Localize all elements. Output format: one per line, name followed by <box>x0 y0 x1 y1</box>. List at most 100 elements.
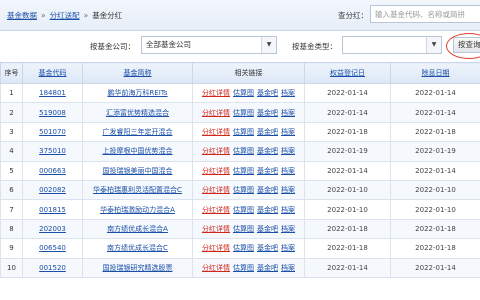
fund-name-link[interactable]: 南方绩优成长混合A <box>82 218 193 240</box>
related-links-cell: 分红详情 估算图 基金吧 档案 <box>192 199 305 220</box>
dividend-detail-link[interactable]: 分红详情 <box>202 186 230 194</box>
row-seq: 7 <box>0 199 23 220</box>
estimate-chart-link[interactable]: 估算图 <box>233 167 254 175</box>
fund-archive-link[interactable]: 档案 <box>281 167 295 175</box>
table-row: 1 184801 鹏华前海万科REITs 分红详情 估算图 基金吧 档案 2022-01-14… <box>0 82 480 104</box>
fund-archive-link[interactable]: 档案 <box>281 186 295 194</box>
breadcrumb-section-link[interactable]: 分红送配 <box>50 11 80 20</box>
fund-name-link[interactable]: 广发睿阳三年定开混合 <box>82 121 193 143</box>
type-select[interactable]: ▼ <box>342 36 442 54</box>
estimate-chart-link[interactable]: 估算图 <box>233 109 254 117</box>
fund-forum-link[interactable]: 基金吧 <box>257 206 278 214</box>
header-code[interactable]: 基金代码 <box>22 62 83 84</box>
row-seq: 8 <box>0 218 23 240</box>
related-links-cell: 分红详情 估算图 基金吧 档案 <box>192 141 305 162</box>
fund-archive-link[interactable]: 档案 <box>281 225 295 233</box>
dividend-table: 序号 基金代码 基金简称 相关链接 权益登记日 除息日期 1 184801 鹏华前海… <box>0 62 480 278</box>
fund-archive-link[interactable]: 档案 <box>281 147 295 155</box>
reg-date-cell: 2022-01-10 <box>304 199 391 220</box>
fund-name-link[interactable]: 南方绩优成长混合C <box>82 238 193 259</box>
fund-forum-link[interactable]: 基金吧 <box>257 225 278 233</box>
header-ex-date[interactable]: 除息日期 <box>390 62 480 84</box>
fund-code-link[interactable]: 202003 <box>39 225 66 233</box>
ex-date-cell: 2022-01-14 <box>390 257 480 278</box>
fund-code-link[interactable]: 001815 <box>39 206 66 214</box>
related-links-cell: 分红详情 估算图 基金吧 档案 <box>192 121 305 143</box>
company-filter-label: 按基金公司： <box>90 42 135 51</box>
reg-date-cell: 2022-01-18 <box>304 121 391 143</box>
fund-code-link[interactable]: 375010 <box>39 147 66 155</box>
top-bar: 基金数据» 分红送配» 基金分红 查分红： 输入基金代码、名称或简拼 <box>0 0 480 31</box>
fund-name-link[interactable]: 华泰柏瑞激励动力混合A <box>82 199 193 220</box>
chevron-down-icon: ▼ <box>261 37 276 53</box>
breadcrumb-current: 基金分红 <box>92 11 123 20</box>
breadcrumb-home-link[interactable]: 基金数据 <box>7 11 37 20</box>
fund-forum-link[interactable]: 基金吧 <box>257 128 278 136</box>
row-seq: 5 <box>0 160 23 181</box>
ex-date-cell: 2022-01-10 <box>390 179 480 201</box>
fund-archive-link[interactable]: 档案 <box>281 89 295 97</box>
filter-bar: 按基金公司： 全部基金公司 ▼ 按基金类型： ▼ <box>0 36 480 54</box>
fund-name-link[interactable]: 鹏华前海万科REITs <box>82 82 193 104</box>
estimate-chart-link[interactable]: 估算图 <box>233 89 254 97</box>
company-select[interactable]: 全部基金公司 ▼ <box>141 36 277 54</box>
highlight-annotation <box>446 33 480 59</box>
fund-name-link[interactable]: 上投摩根中国优势混合 <box>82 141 193 162</box>
table-row: 5 000663 国投瑞银美丽中国混合 分红详情 估算图 基金吧 档案 2022-01-14 2… <box>0 160 480 181</box>
fund-name-link[interactable]: 汇添富优势精选混合 <box>82 102 193 123</box>
estimate-chart-link[interactable]: 估算图 <box>233 264 254 272</box>
fund-name-link[interactable]: 国投瑞银研究精选股票 <box>82 257 193 278</box>
fund-code-link[interactable]: 501070 <box>39 128 66 136</box>
dividend-detail-link[interactable]: 分红详情 <box>202 147 230 155</box>
fund-code-link[interactable]: 184801 <box>39 89 66 97</box>
fund-code-link[interactable]: 001520 <box>39 264 66 272</box>
fund-archive-link[interactable]: 档案 <box>281 244 295 252</box>
search-input[interactable]: 输入基金代码、名称或简拼 <box>370 5 480 23</box>
estimate-chart-link[interactable]: 估算图 <box>233 186 254 194</box>
fund-forum-link[interactable]: 基金吧 <box>257 89 278 97</box>
dividend-detail-link[interactable]: 分红详情 <box>202 244 230 252</box>
header-name[interactable]: 基金简称 <box>82 62 193 84</box>
fund-code-link[interactable]: 006540 <box>39 244 66 252</box>
table-row: 2 519008 汇添富优势精选混合 分红详情 估算图 基金吧 档案 2022-01-14 20… <box>0 102 480 123</box>
estimate-chart-link[interactable]: 估算图 <box>233 147 254 155</box>
dividend-detail-link[interactable]: 分红详情 <box>202 264 230 272</box>
table-row: 9 006540 南方绩优成长混合C 分红详情 估算图 基金吧 档案 2022-01-18 20… <box>0 238 480 259</box>
dividend-detail-link[interactable]: 分红详情 <box>202 128 230 136</box>
row-seq: 2 <box>0 102 23 123</box>
fund-forum-link[interactable]: 基金吧 <box>257 264 278 272</box>
related-links-cell: 分红详情 估算图 基金吧 档案 <box>192 82 305 104</box>
ex-date-cell: 2022-01-19 <box>390 141 480 162</box>
header-seq: 序号 <box>0 62 23 84</box>
fund-forum-link[interactable]: 基金吧 <box>257 109 278 117</box>
fund-forum-link[interactable]: 基金吧 <box>257 186 278 194</box>
fund-archive-link[interactable]: 档案 <box>281 206 295 214</box>
header-reg-date[interactable]: 权益登记日 <box>304 62 391 84</box>
fund-forum-link[interactable]: 基金吧 <box>257 167 278 175</box>
fund-name-link[interactable]: 国投瑞银美丽中国混合 <box>82 160 193 181</box>
fund-archive-link[interactable]: 档案 <box>281 128 295 136</box>
fund-name-link[interactable]: 华泰柏瑞惠利灵活配置混合C <box>82 179 193 201</box>
fund-forum-link[interactable]: 基金吧 <box>257 147 278 155</box>
fund-code-link[interactable]: 519008 <box>39 109 66 117</box>
dividend-detail-link[interactable]: 分红详情 <box>202 225 230 233</box>
dividend-detail-link[interactable]: 分红详情 <box>202 167 230 175</box>
breadcrumb-separator: » <box>83 11 89 20</box>
estimate-chart-link[interactable]: 估算图 <box>233 128 254 136</box>
estimate-chart-link[interactable]: 估算图 <box>233 206 254 214</box>
fund-forum-link[interactable]: 基金吧 <box>257 244 278 252</box>
estimate-chart-link[interactable]: 估算图 <box>233 244 254 252</box>
table-row: 7 001815 华泰柏瑞激励动力混合A 分红详情 估算图 基金吧 档案 2022-01-10… <box>0 199 480 220</box>
fund-archive-link[interactable]: 档案 <box>281 264 295 272</box>
dividend-detail-link[interactable]: 分红详情 <box>202 109 230 117</box>
fund-archive-link[interactable]: 档案 <box>281 109 295 117</box>
dividend-detail-link[interactable]: 分红详情 <box>202 89 230 97</box>
row-seq: 9 <box>0 238 23 259</box>
fund-code-link[interactable]: 002082 <box>39 186 66 194</box>
table-row: 6 002082 华泰柏瑞惠利灵活配置混合C 分红详情 估算图 基金吧 档案 2022-01-… <box>0 179 480 201</box>
dividend-detail-link[interactable]: 分红详情 <box>202 206 230 214</box>
estimate-chart-link[interactable]: 估算图 <box>233 225 254 233</box>
fund-code-link[interactable]: 000663 <box>39 167 66 175</box>
search-label: 查分红： <box>338 11 368 20</box>
related-links-cell: 分红详情 估算图 基金吧 档案 <box>192 257 305 278</box>
